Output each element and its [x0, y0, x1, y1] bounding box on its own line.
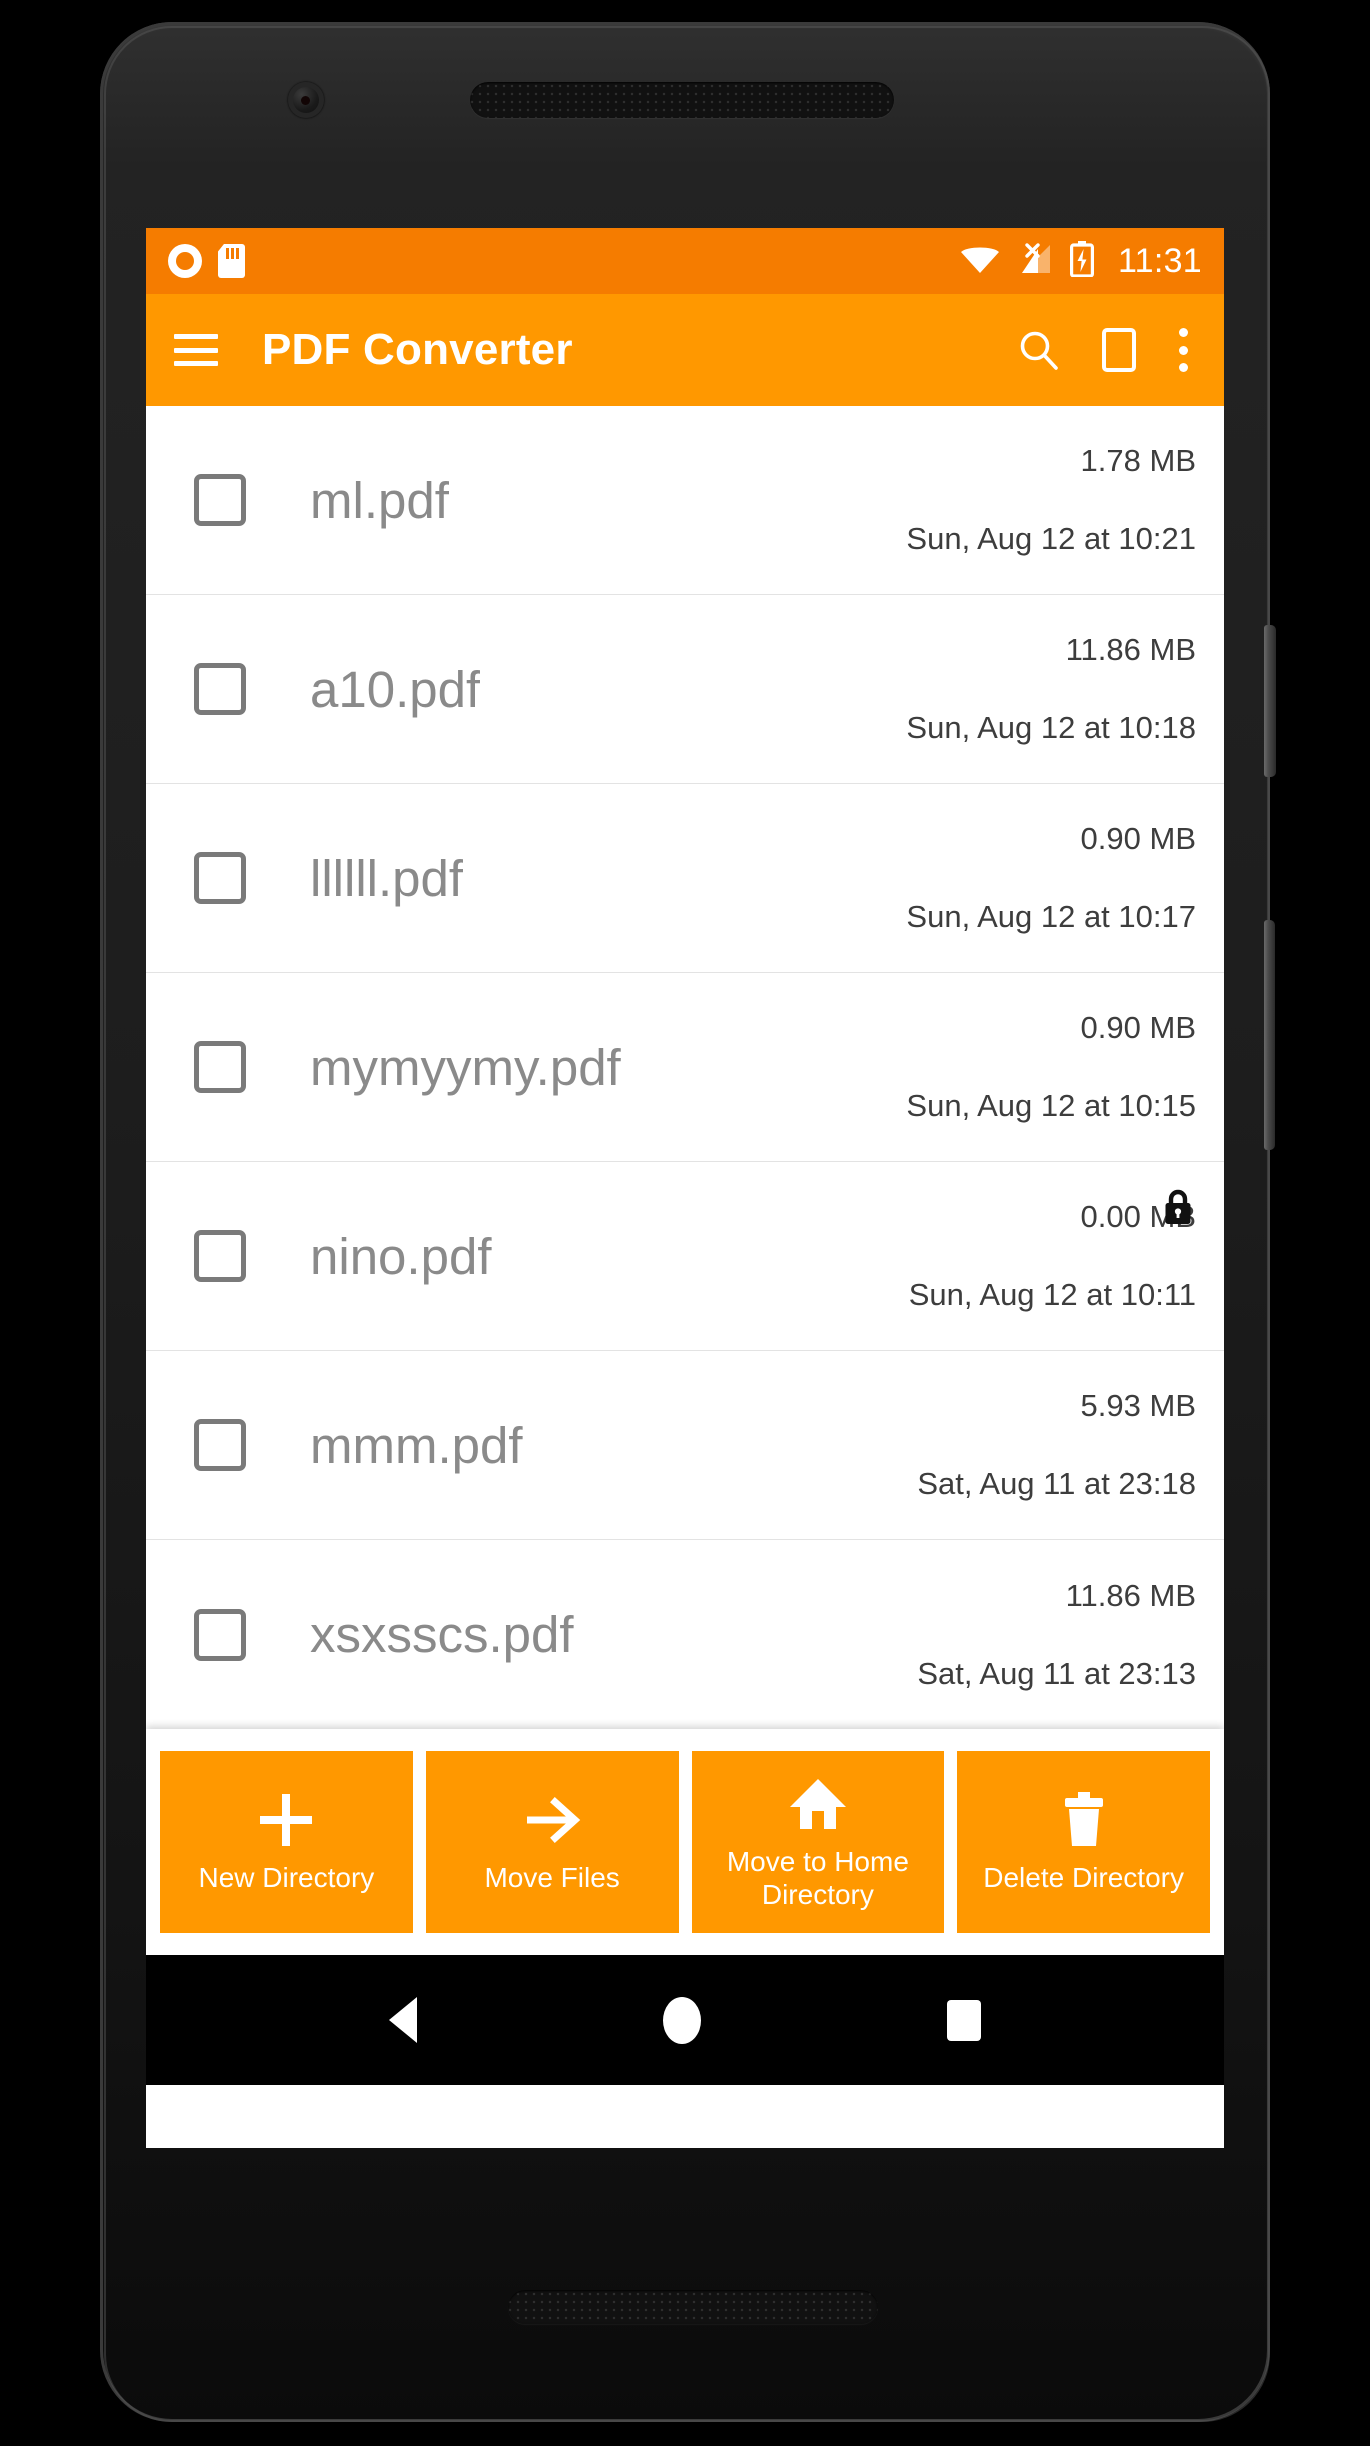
sd-card-icon: [218, 244, 245, 278]
file-meta: 11.86 MB Sun, Aug 12 at 10:18: [906, 595, 1196, 783]
action-label: Move to Home Directory: [726, 1845, 909, 1910]
file-meta: 1.78 MB Sun, Aug 12 at 10:21: [906, 406, 1196, 594]
file-date: Sun, Aug 12 at 10:18: [906, 710, 1196, 745]
new-directory-button[interactable]: New Directory: [160, 1751, 413, 1933]
app-bar-actions: [1018, 328, 1196, 372]
file-size: 5.93 MB: [1080, 1388, 1196, 1423]
no-sim-signal-icon: [1016, 242, 1054, 280]
home-icon: [788, 1773, 848, 1835]
overflow-menu-icon[interactable]: [1178, 328, 1188, 372]
file-name: a10.pdf: [310, 660, 481, 718]
table-row[interactable]: mmm.pdf 5.93 MB Sat, Aug 11 at 23:18: [146, 1351, 1224, 1540]
trash-icon: [1062, 1789, 1106, 1851]
file-size: 1.78 MB: [1080, 443, 1196, 478]
row-checkbox[interactable]: [194, 474, 246, 526]
table-row[interactable]: xsxsscs.pdf 11.86 MB Sat, Aug 11 at 23:1…: [146, 1540, 1224, 1729]
android-navigation-bar: [146, 1955, 1224, 2085]
file-size: 0.90 MB: [1080, 1010, 1196, 1045]
row-checkbox[interactable]: [194, 1608, 246, 1661]
wifi-icon: [960, 243, 1000, 280]
recents-square-icon[interactable]: [947, 1999, 981, 2041]
arrow-right-icon: [523, 1789, 581, 1851]
document-outline-icon[interactable]: [1102, 328, 1136, 372]
bottom-action-bar: New Directory Move Files Move to Home Di…: [146, 1729, 1224, 1955]
table-row[interactable]: nino.pdf 0.00 MB Sun, Aug 12 at 10:11: [146, 1162, 1224, 1351]
delete-directory-button[interactable]: Delete Directory: [957, 1751, 1210, 1933]
table-row[interactable]: mymyymy.pdf 0.90 MB Sun, Aug 12 at 10:15: [146, 973, 1224, 1162]
action-label: New Directory: [198, 1862, 375, 1894]
file-list: ml.pdf 1.78 MB Sun, Aug 12 at 10:21 a10.…: [146, 406, 1224, 1729]
table-row[interactable]: ml.pdf 1.78 MB Sun, Aug 12 at 10:21: [146, 406, 1224, 595]
status-bar: 11:31: [146, 228, 1224, 294]
move-files-button[interactable]: Move Files: [425, 1751, 679, 1933]
file-date: Sun, Aug 12 at 10:11: [908, 1277, 1196, 1312]
action-button-row: New Directory Move Files Move to Home Di…: [160, 1751, 1210, 1933]
row-checkbox[interactable]: [194, 852, 246, 904]
app-bar: PDF Converter: [146, 294, 1224, 406]
file-name: nino.pdf: [310, 1227, 492, 1285]
file-size: 0.90 MB: [1080, 821, 1196, 856]
front-camera-icon: [288, 82, 324, 118]
row-checkbox[interactable]: [194, 1230, 246, 1282]
file-date: Sat, Aug 11 at 23:13: [917, 1655, 1196, 1691]
volume-rocker-button[interactable]: [1264, 920, 1275, 1150]
file-name: ml.pdf: [310, 471, 449, 529]
search-icon[interactable]: [1018, 329, 1060, 371]
file-date: Sun, Aug 12 at 10:15: [906, 1088, 1196, 1123]
file-meta: 0.00 MB Sun, Aug 12 at 10:11: [909, 1162, 1196, 1350]
screenshot-stage: 11:31 PDF Converter ml.pdf 1.78 MB Sun, …: [0, 0, 1370, 2446]
status-bar-right-icons: 11:31: [960, 240, 1202, 282]
record-icon: [168, 244, 202, 278]
status-bar-clock: 11:31: [1117, 241, 1202, 280]
file-name: mymyymy.pdf: [310, 1038, 621, 1096]
plus-icon: [260, 1789, 313, 1851]
file-meta: 0.90 MB Sun, Aug 12 at 10:15: [906, 973, 1196, 1161]
row-checkbox[interactable]: [194, 1041, 246, 1093]
table-row[interactable]: llllll.pdf 0.90 MB Sun, Aug 12 at 10:17: [146, 784, 1224, 973]
file-name: mmm.pdf: [310, 1416, 523, 1474]
table-row[interactable]: a10.pdf 11.86 MB Sun, Aug 12 at 10:18: [146, 595, 1224, 784]
status-bar-left-icons: [168, 244, 245, 278]
file-size: 11.86 MB: [1065, 632, 1196, 667]
file-date: Sun, Aug 12 at 10:17: [906, 899, 1196, 934]
back-triangle-icon[interactable]: [389, 1997, 417, 2043]
file-date: Sat, Aug 11 at 23:18: [917, 1466, 1196, 1501]
file-name: llllll.pdf: [310, 849, 464, 907]
file-date: Sun, Aug 12 at 10:21: [906, 521, 1196, 556]
power-button[interactable]: [1264, 625, 1276, 777]
phone-screen: 11:31 PDF Converter ml.pdf 1.78 MB Sun, …: [146, 228, 1224, 2148]
file-name: xsxsscs.pdf: [310, 1606, 574, 1663]
action-label: Move Files: [484, 1862, 620, 1894]
bottom-speaker-grille: [508, 2290, 878, 2324]
move-to-home-directory-button[interactable]: Move to Home Directory: [691, 1751, 945, 1933]
page-title: PDF Converter: [262, 325, 573, 374]
row-checkbox[interactable]: [194, 663, 246, 715]
action-label: Delete Directory: [983, 1862, 1184, 1894]
file-meta: 0.90 MB Sun, Aug 12 at 10:17: [906, 784, 1196, 972]
file-meta: 5.93 MB Sat, Aug 11 at 23:18: [917, 1351, 1196, 1539]
file-meta: 11.86 MB Sat, Aug 11 at 23:13: [917, 1540, 1196, 1729]
file-size: 11.86 MB: [1065, 1577, 1196, 1613]
hamburger-menu-icon[interactable]: [174, 334, 218, 366]
home-circle-icon[interactable]: [663, 1996, 701, 2044]
battery-charging-icon: [1069, 240, 1094, 282]
row-checkbox[interactable]: [194, 1419, 246, 1471]
earpiece-speaker-grille: [470, 82, 894, 118]
lock-icon: [1162, 1188, 1194, 1226]
